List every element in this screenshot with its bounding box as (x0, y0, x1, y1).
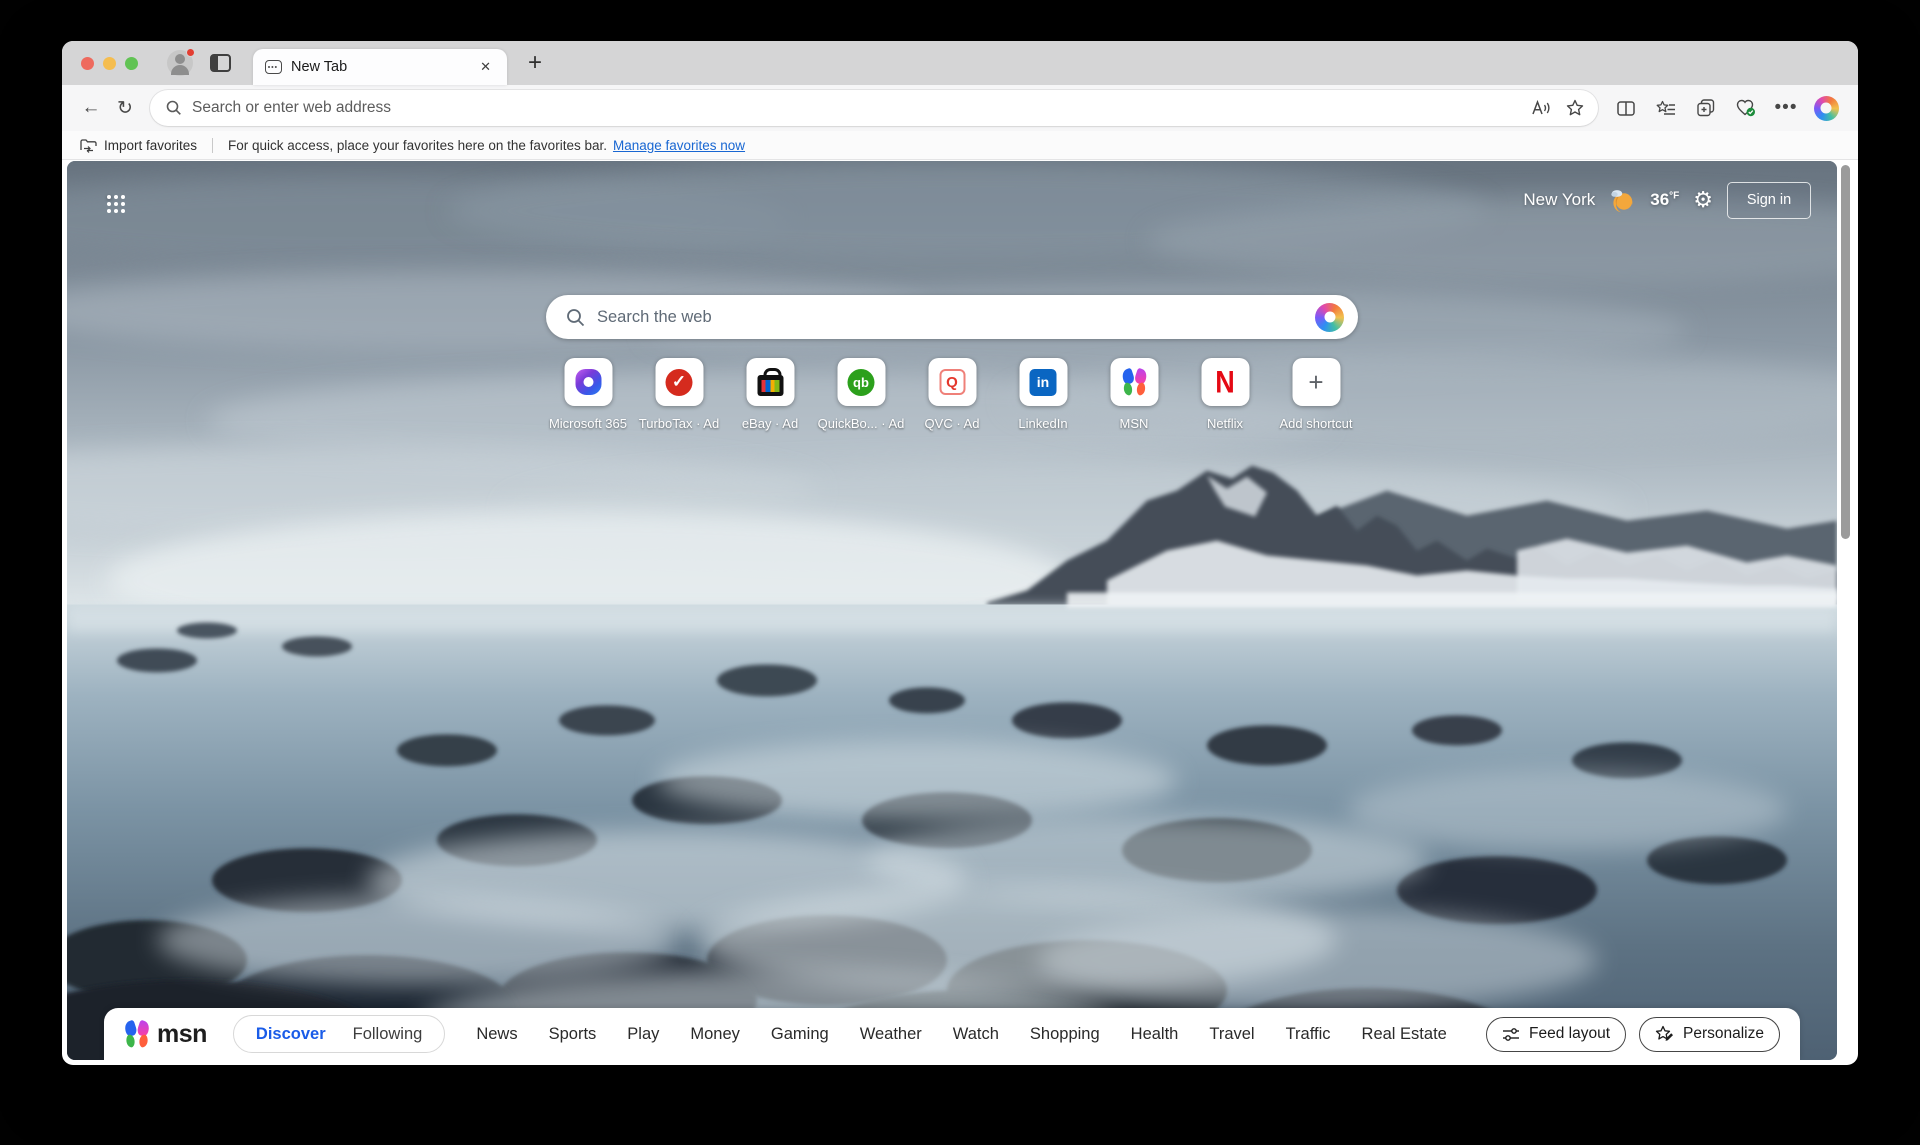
web-search-input[interactable] (597, 308, 1315, 327)
weather-temperature[interactable]: 36°F (1650, 190, 1679, 210)
tab-activity-icon[interactable] (210, 54, 231, 72)
nav-travel[interactable]: Travel (1209, 1025, 1254, 1044)
tab-strip: New Tab ✕ + (62, 41, 1858, 85)
favorites-bar-message: For quick access, place your favorites h… (228, 138, 607, 153)
nav-real-estate[interactable]: Real Estate (1362, 1025, 1447, 1044)
search-icon (566, 308, 585, 327)
notification-dot (186, 48, 195, 57)
sliders-icon (1502, 1027, 1520, 1042)
refresh-icon[interactable]: ↻ (108, 90, 142, 126)
msn-wordmark: msn (157, 1020, 207, 1049)
page-settings-gear-icon[interactable]: ⚙ (1693, 189, 1713, 211)
manage-favorites-link[interactable]: Manage favorites now (613, 138, 745, 153)
nav-money[interactable]: Money (690, 1025, 740, 1044)
avatar-head (175, 54, 185, 64)
plus-icon: + (1308, 367, 1323, 398)
macos-close-button[interactable] (81, 57, 94, 70)
tab-close-icon[interactable]: ✕ (476, 57, 495, 77)
favorites-bar: Import favorites For quick access, place… (62, 131, 1858, 160)
more-options-icon[interactable]: ••• (1766, 90, 1806, 126)
microsoft-365-logo (575, 369, 601, 395)
tab-discover[interactable]: Discover (256, 1025, 326, 1044)
nav-play[interactable]: Play (627, 1025, 659, 1044)
turbotax-logo: ✓ (666, 369, 693, 396)
scrollbar-thumb[interactable] (1841, 165, 1850, 539)
nav-news[interactable]: News (476, 1025, 517, 1044)
collections-icon[interactable] (1686, 90, 1726, 126)
feed-nav: News Sports Play Money Gaming Weather Wa… (476, 1025, 1447, 1044)
new-tab-page: New York 36°F ⚙ Sign in (67, 161, 1837, 1060)
favorites-list-icon[interactable] (1646, 90, 1686, 126)
macos-zoom-button[interactable] (125, 57, 138, 70)
sign-in-button[interactable]: Sign in (1727, 182, 1811, 219)
nav-watch[interactable]: Watch (953, 1025, 999, 1044)
nav-sports[interactable]: Sports (549, 1025, 597, 1044)
tab-new-tab[interactable]: New Tab ✕ (253, 49, 507, 85)
shortcut-microsoft-365[interactable]: Microsoft 365 (543, 358, 634, 431)
quickbooks-logo: qb (848, 369, 875, 396)
msn-butterfly-logo (1121, 369, 1147, 395)
tab-following[interactable]: Following (353, 1025, 423, 1044)
browser-window: New Tab ✕ + ← ↻ (62, 41, 1858, 1065)
shortcut-netflix[interactable]: N Netflix (1180, 358, 1271, 431)
search-icon (166, 100, 182, 116)
address-input[interactable] (192, 99, 1524, 117)
moon-cloud-icon (1609, 187, 1636, 214)
feed-tab-switcher: Discover Following (233, 1015, 445, 1053)
back-icon[interactable]: ← (74, 90, 108, 126)
nav-traffic[interactable]: Traffic (1286, 1025, 1331, 1044)
favorites-bar-divider (212, 138, 213, 153)
nav-weather[interactable]: Weather (860, 1025, 922, 1044)
nav-health[interactable]: Health (1131, 1025, 1179, 1044)
new-tab-page-icon (265, 60, 282, 74)
feed-actions: Feed layout Personalize (1486, 1017, 1780, 1052)
macos-minimize-button[interactable] (103, 57, 116, 70)
nav-shopping[interactable]: Shopping (1030, 1025, 1100, 1044)
qvc-logo: Q (939, 369, 965, 395)
copilot-icon[interactable] (1315, 303, 1344, 332)
shortcut-msn[interactable]: MSN (1089, 358, 1180, 431)
web-search-box[interactable] (546, 295, 1358, 339)
personalize-button[interactable]: Personalize (1639, 1017, 1780, 1052)
ntp-header-right: New York 36°F ⚙ Sign in (1523, 181, 1811, 219)
avatar-body (171, 65, 189, 75)
nav-gaming[interactable]: Gaming (771, 1025, 829, 1044)
msn-butterfly-logo (124, 1021, 150, 1047)
toolbar: ← ↻ ••• (62, 85, 1858, 131)
scrollbar-track[interactable] (1837, 161, 1853, 1060)
tab-title: New Tab (291, 59, 476, 75)
linkedin-logo: in (1030, 369, 1057, 396)
ebay-bag-logo (757, 375, 783, 396)
msn-feed-bar: msn Discover Following News Sports Play … (104, 1008, 1800, 1060)
quick-links-row: Microsoft 365 ✓ TurboTax · Ad eBay · Ad … (543, 358, 1362, 431)
shortcut-ebay[interactable]: eBay · Ad (725, 358, 816, 431)
profile-avatar[interactable] (167, 50, 193, 76)
shortcut-linkedin[interactable]: in LinkedIn (998, 358, 1089, 431)
add-shortcut-button[interactable]: + Add shortcut (1271, 358, 1362, 431)
address-bar[interactable] (150, 90, 1598, 126)
feed-layout-button[interactable]: Feed layout (1486, 1017, 1626, 1052)
msn-brand[interactable]: msn (124, 1020, 207, 1049)
apps-grid-icon[interactable] (107, 195, 127, 215)
copilot-icon[interactable] (1806, 90, 1846, 126)
new-tab-button[interactable]: + (520, 48, 550, 78)
import-favorites-icon (80, 138, 97, 153)
import-favorites-button[interactable]: Import favorites (104, 138, 197, 153)
favorite-star-icon[interactable] (1558, 92, 1592, 124)
star-pencil-icon (1655, 1025, 1674, 1043)
split-screen-icon[interactable] (1606, 90, 1646, 126)
read-aloud-icon[interactable] (1524, 92, 1558, 124)
shortcut-turbotax[interactable]: ✓ TurboTax · Ad (634, 358, 725, 431)
shortcut-quickbooks[interactable]: qb QuickBo... · Ad (816, 358, 907, 431)
weather-location[interactable]: New York (1523, 190, 1595, 210)
browser-essentials-icon[interactable] (1726, 90, 1766, 126)
netflix-logo: N (1215, 364, 1235, 400)
shortcut-qvc[interactable]: Q QVC · Ad (907, 358, 998, 431)
